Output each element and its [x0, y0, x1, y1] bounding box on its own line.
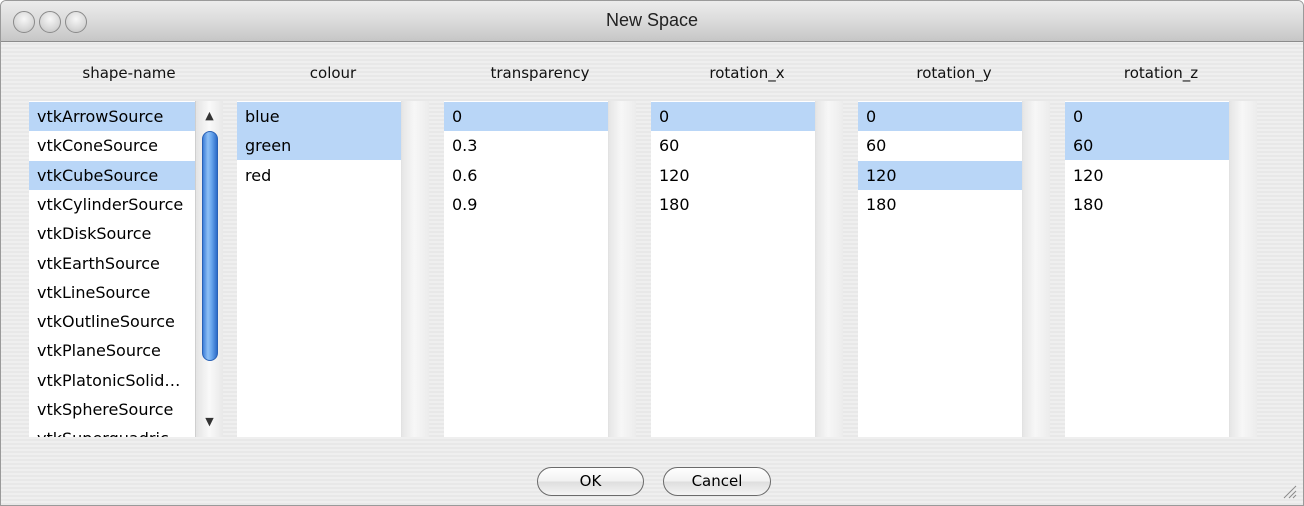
rotation-x-list[interactable]: 0 60 120 180 — [651, 101, 843, 437]
colour-list-track[interactable] — [401, 101, 429, 437]
shape-list-scrollbar[interactable]: ▲ ▼ — [195, 101, 223, 437]
shape-name-list[interactable]: vtkArrowSource vtkConeSource vtkCubeSource… — [29, 101, 223, 437]
ok-button[interactable]: OK — [537, 467, 644, 496]
scroll-down-arrow-icon[interactable]: ▼ — [196, 411, 223, 433]
list-item[interactable]: 120 — [858, 160, 1022, 190]
list-item[interactable]: 0.9 — [444, 190, 608, 219]
list-item[interactable]: 60 — [858, 131, 1022, 160]
list-item[interactable]: vtkDiskSource — [29, 219, 195, 248]
list-item[interactable]: vtkLineSource — [29, 278, 195, 307]
list-item[interactable]: vtkCylinderSource — [29, 190, 195, 219]
header-colour: colour — [309, 64, 357, 82]
rotation-x-list-track[interactable] — [815, 101, 843, 437]
header-shape-name: shape-name — [82, 64, 176, 82]
transparency-list-track[interactable] — [608, 101, 636, 437]
title-bar[interactable]: New Space — [1, 1, 1303, 42]
list-item[interactable]: 120 — [651, 161, 815, 190]
list-item[interactable]: 0 — [444, 102, 608, 131]
list-item[interactable]: 60 — [1065, 131, 1229, 161]
list-item[interactable]: 0.6 — [444, 161, 608, 190]
rotation-z-list-track[interactable] — [1229, 101, 1257, 437]
window-title: New Space — [605, 10, 699, 30]
scroll-up-arrow-icon[interactable]: ▲ — [196, 105, 223, 127]
header-rotation-x: rotation_x — [709, 64, 785, 82]
rotation-z-list[interactable]: 0 60 120 180 — [1065, 101, 1257, 437]
header-transparency: transparency — [490, 64, 590, 82]
scroll-thumb[interactable] — [202, 131, 218, 361]
list-item[interactable]: 0 — [1065, 102, 1229, 131]
list-item[interactable]: 180 — [1065, 190, 1229, 219]
list-item[interactable]: green — [237, 131, 401, 161]
list-item[interactable]: vtkCubeSource — [29, 160, 195, 190]
list-item[interactable]: vtkSuperquadric — [29, 424, 195, 437]
list-item[interactable]: red — [237, 161, 401, 190]
list-item[interactable]: vtkSphereSource — [29, 395, 195, 424]
list-item[interactable]: 120 — [1065, 161, 1229, 190]
list-item[interactable]: vtkConeSource — [29, 131, 195, 160]
rotation-y-list[interactable]: 0 60 120 180 — [858, 101, 1050, 437]
cancel-button[interactable]: Cancel — [663, 467, 771, 496]
rotation-y-list-track[interactable] — [1022, 101, 1050, 437]
list-item[interactable]: 0 — [651, 102, 815, 131]
list-item[interactable]: 180 — [651, 190, 815, 219]
list-item[interactable]: vtkArrowSource — [29, 102, 195, 131]
list-item[interactable]: vtkOutlineSource — [29, 307, 195, 336]
resize-grip-icon[interactable] — [1281, 483, 1297, 499]
transparency-list[interactable]: 0 0.3 0.6 0.9 — [444, 101, 636, 437]
new-space-dialog: New Space shape-name colour transparency… — [0, 0, 1304, 506]
list-item[interactable]: 180 — [858, 190, 1022, 219]
list-item[interactable]: vtkPlatonicSolid… — [29, 366, 195, 395]
header-rotation-y: rotation_y — [916, 64, 992, 82]
list-item[interactable]: vtkEarthSource — [29, 249, 195, 278]
list-item[interactable]: blue — [237, 102, 401, 131]
colour-list[interactable]: blue green red — [237, 101, 429, 437]
list-item[interactable]: 0.3 — [444, 131, 608, 160]
list-item[interactable]: vtkPlaneSource — [29, 336, 195, 365]
list-item[interactable]: 60 — [651, 131, 815, 160]
header-rotation-z: rotation_z — [1123, 64, 1199, 82]
list-item[interactable]: 0 — [858, 102, 1022, 131]
